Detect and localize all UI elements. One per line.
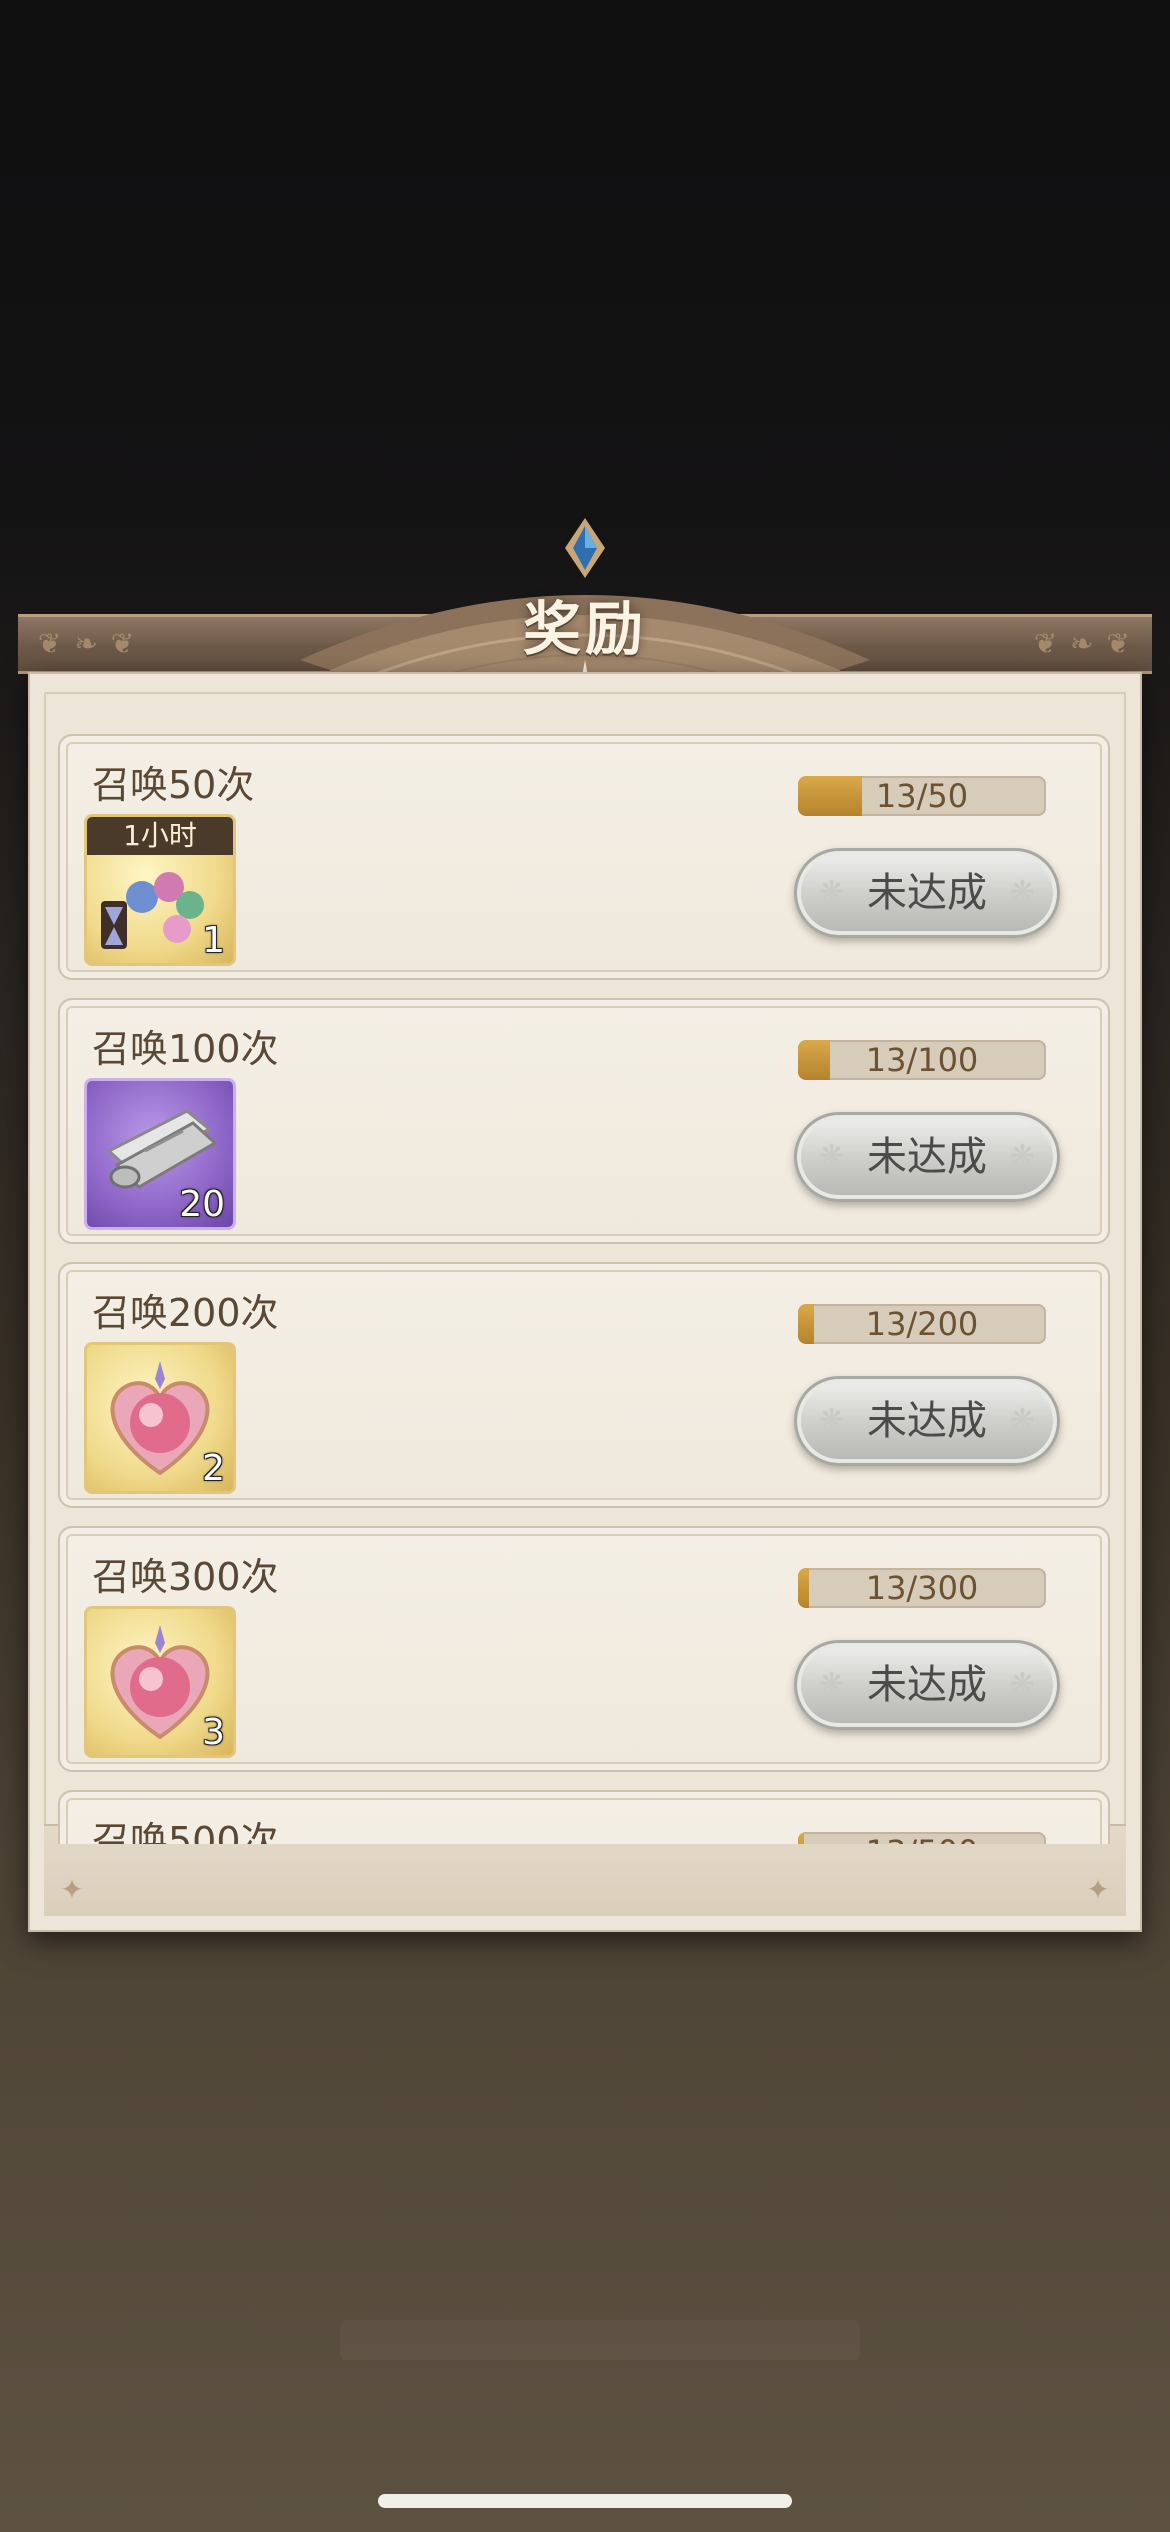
progress-bar: 13/50 (798, 776, 1046, 816)
reward-count: 3 (202, 1712, 225, 1753)
row-title: 召唤50次 (92, 763, 255, 807)
reward-count: 1 (202, 920, 225, 961)
reward-row: 召唤500次 13/500 (58, 1790, 1110, 1844)
reward-item[interactable]: 20 (84, 1078, 236, 1230)
reward-row: 召唤100次 20 13/100 未达成 (58, 998, 1110, 1244)
duration-banner: 1小时 (87, 817, 233, 855)
progress-text: 13/300 (865, 1569, 979, 1607)
corner-ornament-icon: ✦ (1086, 1873, 1110, 1906)
claim-button[interactable]: 未达成 (794, 848, 1060, 938)
progress-bar: 13/200 (798, 1304, 1046, 1344)
claim-button[interactable]: 未达成 (794, 1376, 1060, 1466)
reward-count: 2 (202, 1448, 225, 1489)
row-title: 召唤300次 (92, 1555, 279, 1599)
row-title: 召唤100次 (92, 1027, 279, 1071)
reward-list[interactable]: 召唤50次 1小时 1 13/50 未达成 召唤100次 (58, 734, 1110, 1844)
reward-count: 20 (179, 1184, 225, 1225)
row-title: 召唤200次 (92, 1291, 279, 1335)
reward-row: 召唤200次 2 13/200 未达成 (58, 1262, 1110, 1508)
claim-button[interactable]: 未达成 (794, 1640, 1060, 1730)
progress-bar: 13/500 (798, 1832, 1046, 1844)
progress-bar: 13/100 (798, 1040, 1046, 1080)
progress-text: 13/200 (865, 1305, 979, 1343)
home-indicator[interactable] (378, 2494, 792, 2508)
background-scene (340, 2320, 860, 2360)
progress-bar: 13/300 (798, 1568, 1046, 1608)
reward-row: 召唤300次 3 13/300 未达成 (58, 1526, 1110, 1772)
reward-item[interactable]: 1小时 1 (84, 814, 236, 966)
progress-text: 13/100 (865, 1041, 979, 1079)
row-title: 召唤500次 (92, 1819, 279, 1844)
progress-text: 13/500 (798, 1832, 1046, 1844)
progress-text: 13/50 (875, 777, 969, 815)
reward-item[interactable]: 3 (84, 1606, 236, 1758)
claim-button[interactable]: 未达成 (794, 1112, 1060, 1202)
reward-row: 召唤50次 1小时 1 13/50 未达成 (58, 734, 1110, 980)
dialog-title: 奖励 (522, 595, 647, 663)
reward-item[interactable]: 2 (84, 1342, 236, 1494)
diamond-gem-icon (565, 518, 605, 578)
corner-ornament-icon: ✦ (60, 1873, 84, 1906)
